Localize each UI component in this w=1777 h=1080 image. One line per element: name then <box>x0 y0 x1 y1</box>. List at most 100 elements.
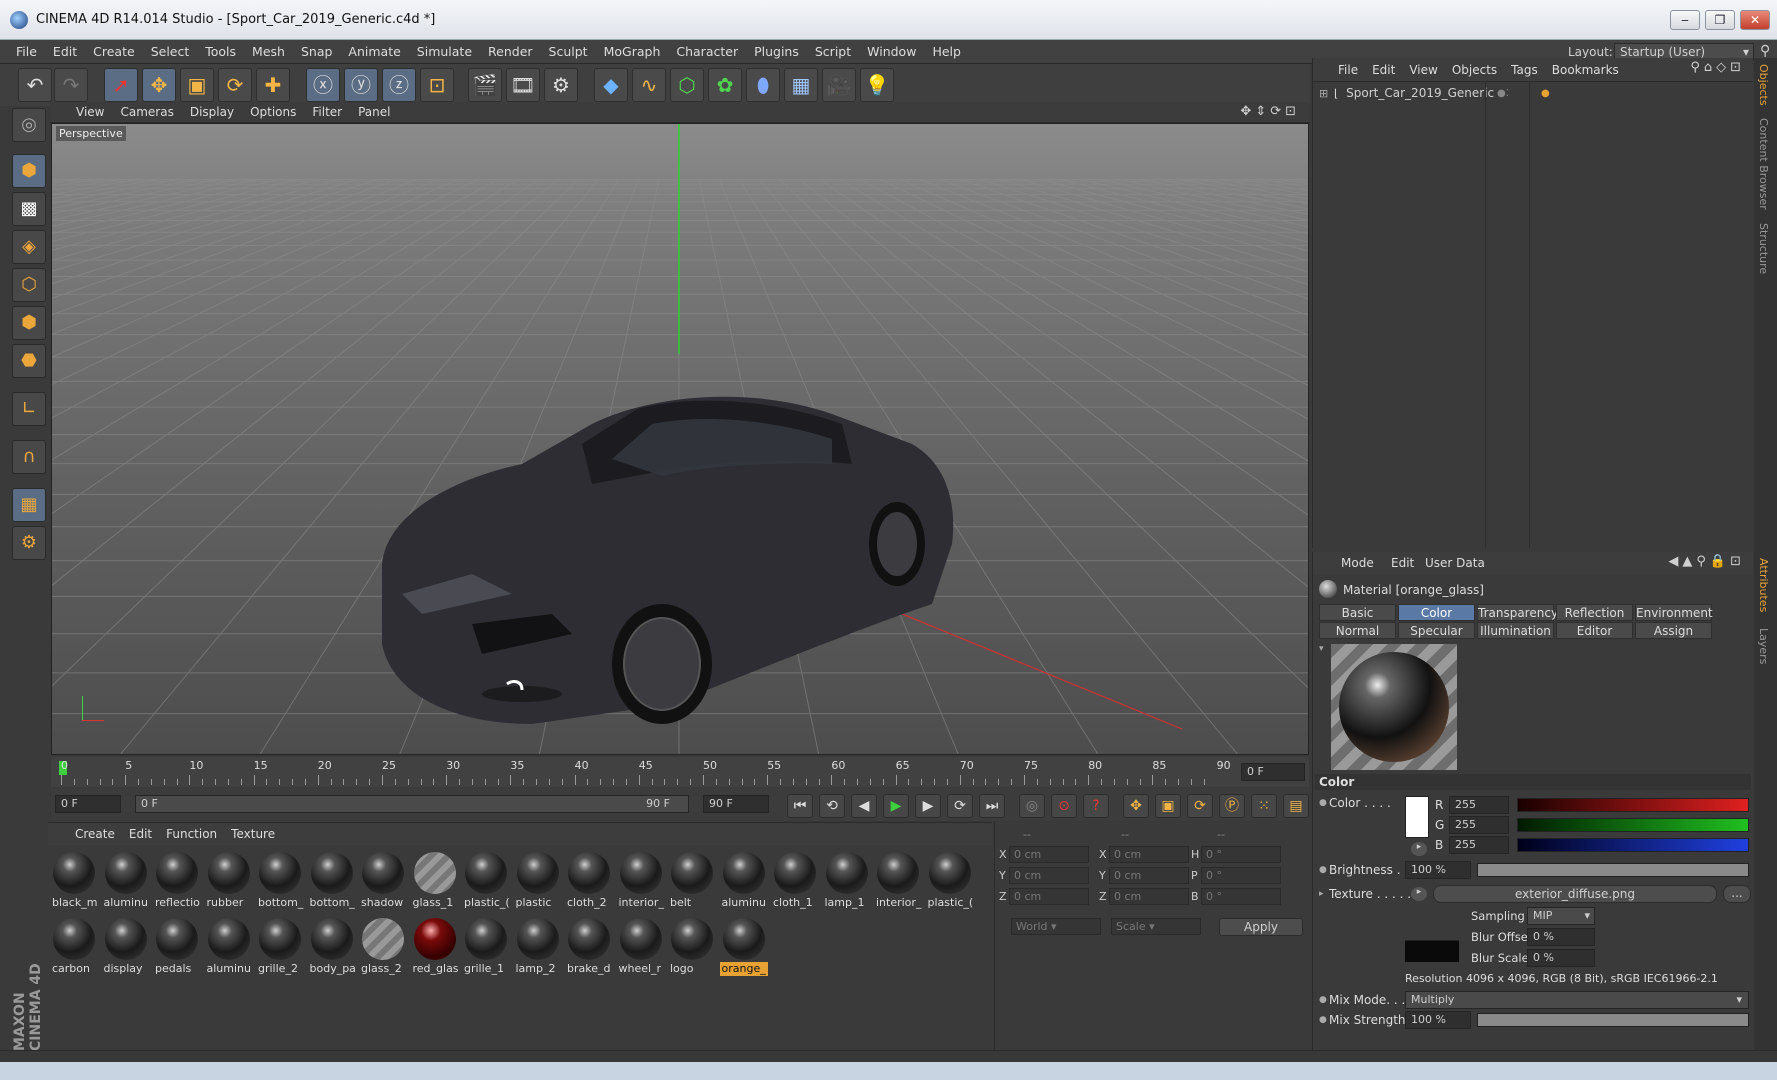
coord-field[interactable]: 0 cm <box>1009 888 1089 905</box>
magnet-icon[interactable]: ∩ <box>12 440 46 474</box>
search-icon[interactable]: ⚲ <box>1760 43 1770 59</box>
axis-mode-icon[interactable]: ∟ <box>12 392 46 426</box>
viewport-menu-filter[interactable]: Filter <box>304 102 350 123</box>
menu-window[interactable]: Window <box>859 40 924 64</box>
floor-icon[interactable]: ▦ <box>784 68 818 102</box>
material-swatch[interactable]: interior_ <box>617 849 665 909</box>
edges-mode-icon[interactable]: ⬢ <box>12 306 46 340</box>
menu-mesh[interactable]: Mesh <box>244 40 293 64</box>
objects-menu-tags[interactable]: Tags <box>1504 58 1545 82</box>
expand-arrow-icon[interactable]: ▸ <box>1319 889 1324 899</box>
previous-frame-icon[interactable]: ◀ <box>851 794 877 818</box>
r-slider[interactable] <box>1517 798 1749 812</box>
menu-mograph[interactable]: MoGraph <box>596 40 669 64</box>
material-swatch[interactable]: cloth_1 <box>771 849 819 909</box>
brightness-slider[interactable] <box>1477 863 1749 877</box>
side-tab-content-browser[interactable]: Content Browser <box>1757 118 1770 210</box>
material-swatch[interactable]: bottom_ <box>256 849 304 909</box>
end-frame-field[interactable]: 90 F <box>703 795 769 813</box>
autokey-icon[interactable]: ⊙ <box>1051 794 1077 818</box>
maximize-button[interactable]: ❐ <box>1705 10 1735 30</box>
move-icon[interactable]: ✥ <box>142 68 176 102</box>
menu-character[interactable]: Character <box>668 40 746 64</box>
mix-strength-slider[interactable] <box>1477 1013 1749 1027</box>
rotate-icon[interactable]: ⟳ <box>218 68 252 102</box>
material-menu-create[interactable]: Create <box>68 823 122 845</box>
y-axis-icon[interactable]: ⓨ <box>344 68 378 102</box>
blur-offset-field[interactable]: 0 % <box>1527 928 1595 946</box>
current-frame-field[interactable]: 0 F <box>1241 763 1305 781</box>
make-editable-icon[interactable]: ◎ <box>12 108 46 142</box>
texture-file-button[interactable]: exterior_diffuse.png <box>1433 885 1717 903</box>
x-axis-icon[interactable]: ⓧ <box>306 68 340 102</box>
undo-icon[interactable]: ↶ <box>18 68 52 102</box>
visibility-dots-icon[interactable]: ●⁚ <box>1497 88 1509 99</box>
coord-field[interactable]: 0 cm <box>1109 867 1189 884</box>
coordinate-system-icon[interactable]: ⊡ <box>420 68 454 102</box>
mix-mode-select[interactable]: Multiply ▾ <box>1405 991 1749 1009</box>
frame-range-slider[interactable]: 0 F 90 F <box>135 795 689 813</box>
model-mode-icon[interactable]: ⬢ <box>12 154 46 188</box>
material-swatch[interactable]: glass_1 <box>411 849 459 909</box>
attribute-tab[interactable]: Specular <box>1398 622 1475 639</box>
blur-scale-field[interactable]: 0 % <box>1527 949 1595 967</box>
material-swatch[interactable]: grille_2 <box>256 915 304 975</box>
objects-menu-file[interactable]: File <box>1331 58 1365 82</box>
material-swatch[interactable]: display <box>102 915 150 975</box>
light-icon[interactable]: 💡 <box>860 68 894 102</box>
color-picker-icon[interactable]: ▸ <box>1411 842 1427 856</box>
next-frame-icon[interactable]: ▶ <box>915 794 941 818</box>
texture-browse-button[interactable]: ... <box>1723 885 1751 903</box>
material-swatch[interactable]: glass_2 <box>359 915 407 975</box>
live-selection-icon[interactable]: ➚ <box>104 68 138 102</box>
expand-icon[interactable]: ⊞ <box>1319 87 1328 100</box>
material-preview[interactable] <box>1331 644 1457 770</box>
g-slider[interactable] <box>1517 818 1749 832</box>
material-swatch[interactable]: interior_ <box>874 849 922 909</box>
menu-render[interactable]: Render <box>480 40 541 64</box>
side-tab-layers[interactable]: Layers <box>1757 628 1770 664</box>
attribute-tab[interactable]: Environment <box>1635 604 1713 621</box>
previous-key-icon[interactable]: ⟲ <box>819 794 845 818</box>
deformer-icon[interactable]: ⬮ <box>746 68 780 102</box>
material-swatch[interactable]: bottom_ <box>308 849 356 909</box>
g-field[interactable]: 255 <box>1449 816 1509 834</box>
material-swatch[interactable]: logo <box>668 915 716 975</box>
material-swatch[interactable]: aluminu <box>720 849 768 909</box>
material-swatch[interactable]: aluminu <box>205 915 253 975</box>
b-field[interactable]: 255 <box>1449 836 1509 854</box>
menu-animate[interactable]: Animate <box>340 40 408 64</box>
lock-workplane-icon[interactable]: ▦ <box>12 488 46 522</box>
menu-plugins[interactable]: Plugins <box>746 40 807 64</box>
texture-thumbnail[interactable] <box>1405 908 1459 962</box>
world-select[interactable]: World ▾ <box>1011 918 1101 935</box>
perspective-viewport[interactable]: Perspective <box>51 123 1309 755</box>
material-swatch[interactable]: brake_d <box>565 915 613 975</box>
material-swatch[interactable]: shadow <box>359 849 407 909</box>
nurbs-icon[interactable]: ⬡ <box>670 68 704 102</box>
attribute-tab[interactable]: Illumination <box>1477 622 1554 639</box>
viewport-menu-panel[interactable]: Panel <box>350 102 398 123</box>
viewport-menu-view[interactable]: View <box>68 102 112 123</box>
timeline-window-icon[interactable]: ▤ <box>1283 794 1309 818</box>
material-swatch[interactable]: carbon <box>50 915 98 975</box>
attr-nav-icons[interactable]: ◀▲⚲🔒⊡ <box>1668 554 1745 569</box>
next-key-icon[interactable]: ⟳ <box>947 794 973 818</box>
viewport-menu-options[interactable]: Options <box>242 102 304 123</box>
attr-menu-user-data[interactable]: User Data <box>1425 556 1485 570</box>
coord-field[interactable]: 0 cm <box>1109 888 1189 905</box>
close-button[interactable]: ✕ <box>1740 10 1770 30</box>
material-swatch[interactable]: belt <box>668 849 716 909</box>
start-frame-field[interactable]: 0 F <box>55 795 121 813</box>
apply-button[interactable]: Apply <box>1219 918 1303 936</box>
coord-field[interactable]: 0 cm <box>1109 846 1189 863</box>
material-menu-function[interactable]: Function <box>159 823 224 845</box>
brightness-field[interactable]: 100 % <box>1405 861 1471 879</box>
sampling-select[interactable]: MIP ▾ <box>1527 907 1595 925</box>
attribute-tab[interactable]: Transparency <box>1477 604 1558 621</box>
side-tab-objects[interactable]: Objects <box>1757 64 1770 106</box>
goto-end-icon[interactable]: ⏭ <box>979 794 1005 818</box>
coord-field[interactable]: 0 cm <box>1009 846 1089 863</box>
menu-create[interactable]: Create <box>85 40 143 64</box>
attribute-tab[interactable]: Reflection <box>1556 604 1633 621</box>
